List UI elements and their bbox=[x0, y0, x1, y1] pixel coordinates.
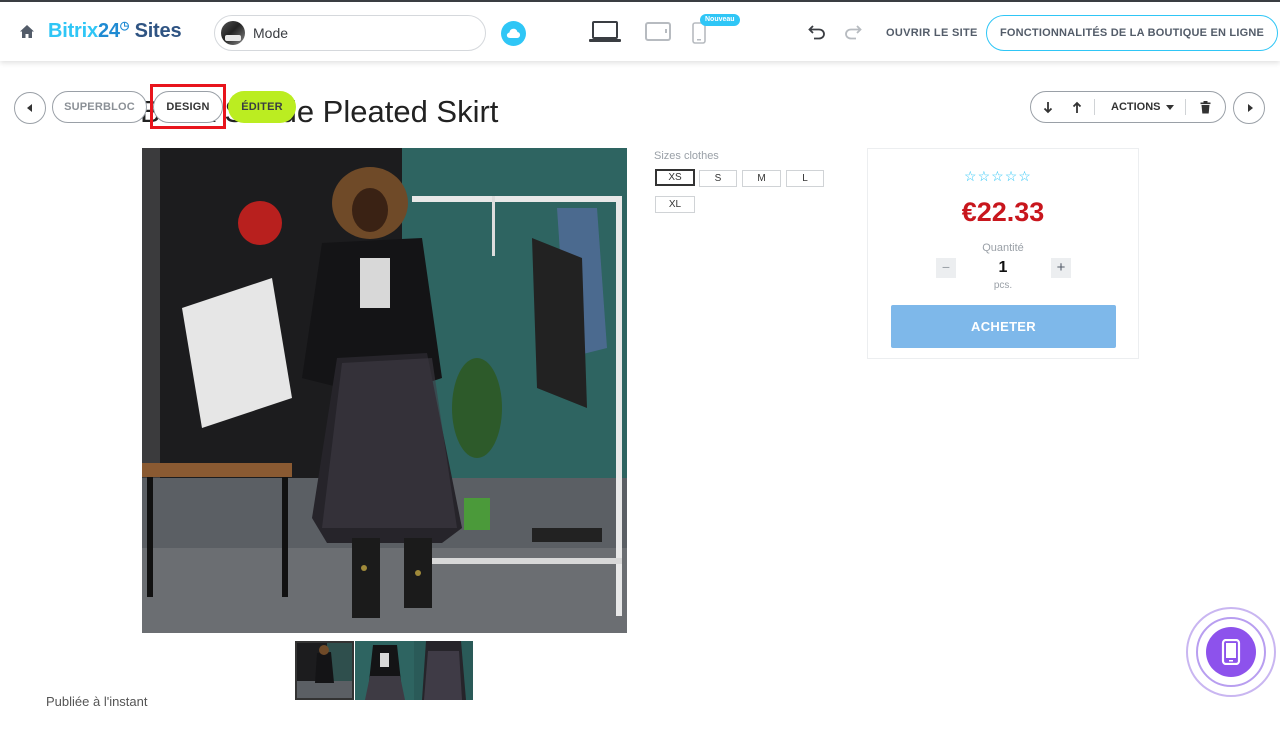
divider bbox=[1094, 99, 1095, 115]
mobile-preview-button[interactable] bbox=[1206, 627, 1256, 677]
product-price: €22.33 bbox=[961, 197, 1045, 227]
block-actions-group: ACTIONS bbox=[1030, 91, 1226, 123]
undo-icon[interactable] bbox=[808, 24, 826, 40]
star-icon[interactable]: ☆ bbox=[1005, 168, 1019, 184]
logo-text-sites: Sites bbox=[134, 20, 182, 42]
site-avatar bbox=[221, 21, 245, 45]
sizes-label: Sizes clothes bbox=[654, 150, 719, 162]
next-block-button[interactable] bbox=[1233, 92, 1265, 124]
star-icon[interactable]: ☆ bbox=[991, 168, 1005, 184]
quantity-value[interactable]: 1 bbox=[868, 259, 1138, 277]
caret-down-icon[interactable] bbox=[1166, 105, 1174, 110]
buy-button[interactable]: ACHETER bbox=[891, 305, 1116, 348]
top-bar: Bitrix24◷ Sites Mode Nouveau OUVRIR LE S… bbox=[0, 0, 1280, 61]
design-highlight-box bbox=[150, 84, 226, 129]
laptop-icon[interactable] bbox=[588, 20, 622, 44]
product-thumbnail[interactable] bbox=[295, 641, 354, 700]
size-option-xs[interactable]: XS bbox=[655, 169, 695, 186]
cloud-icon[interactable] bbox=[501, 21, 526, 46]
quantity-label: Quantité bbox=[982, 242, 1024, 254]
superbloc-button[interactable]: SUPERBLOC bbox=[52, 91, 147, 123]
quantity-increase-button[interactable]: + bbox=[1051, 258, 1071, 278]
arrow-up-icon[interactable] bbox=[1072, 101, 1082, 114]
logo-text-24: 24 bbox=[97, 20, 120, 42]
product-thumbnail[interactable] bbox=[355, 641, 414, 700]
star-icon[interactable]: ☆ bbox=[964, 168, 978, 184]
size-option-s[interactable]: S bbox=[699, 170, 737, 187]
previous-block-button[interactable] bbox=[14, 92, 46, 124]
tablet-icon[interactable] bbox=[645, 22, 671, 42]
open-site-link[interactable]: OUVRIR LE SITE bbox=[886, 27, 978, 39]
logo-text-bitrix: Bitrix bbox=[48, 20, 98, 42]
shop-features-button[interactable]: FONCTIONNALITÉS DE LA BOUTIQUE EN LIGNE bbox=[986, 15, 1278, 51]
rating-stars[interactable]: ☆☆☆☆☆ bbox=[964, 168, 1032, 185]
trash-icon[interactable] bbox=[1200, 101, 1211, 114]
size-option-m[interactable]: M bbox=[742, 170, 781, 187]
home-icon[interactable] bbox=[18, 23, 36, 41]
star-icon[interactable]: ☆ bbox=[978, 168, 992, 184]
size-option-xl[interactable]: XL bbox=[655, 196, 695, 213]
publish-status: Publiée à l'instant bbox=[46, 694, 148, 709]
product-main-image[interactable] bbox=[142, 148, 627, 633]
size-option-l[interactable]: L bbox=[786, 170, 824, 187]
arrow-down-icon[interactable] bbox=[1043, 101, 1053, 114]
mobile-preview-icon bbox=[1221, 639, 1241, 665]
bitrix-logo[interactable]: Bitrix24◷ Sites bbox=[48, 19, 182, 43]
redo-icon[interactable] bbox=[844, 24, 862, 40]
quantity-unit: pcs. bbox=[993, 280, 1013, 291]
product-thumbnail[interactable] bbox=[414, 641, 473, 700]
clock-icon: ◷ bbox=[119, 20, 130, 32]
divider bbox=[1185, 99, 1186, 115]
star-icon[interactable]: ☆ bbox=[1018, 168, 1032, 184]
site-name: Mode bbox=[253, 25, 289, 41]
new-badge: Nouveau bbox=[700, 14, 740, 26]
site-selector[interactable]: Mode bbox=[214, 15, 486, 51]
edit-button[interactable]: ÉDITER bbox=[228, 91, 296, 123]
buy-box: ☆☆☆☆☆ €22.33 Quantité − 1 + pcs. ACHETER bbox=[867, 148, 1139, 359]
actions-menu[interactable]: ACTIONS bbox=[1111, 92, 1161, 122]
